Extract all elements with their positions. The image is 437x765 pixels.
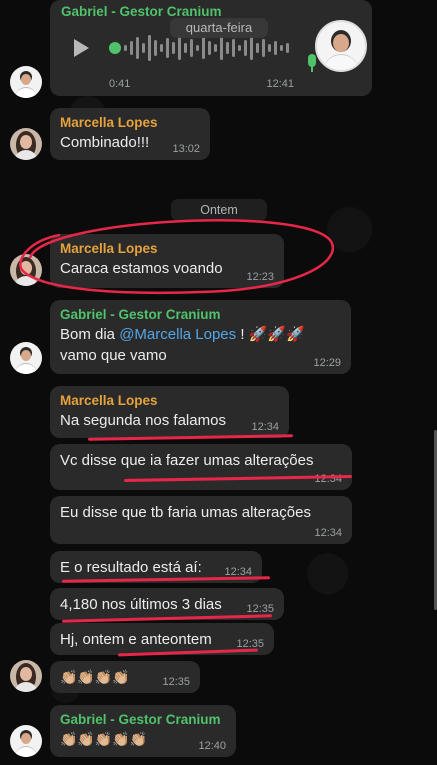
message-sender: Gabriel - Gestor Cranium — [60, 712, 221, 727]
message-time: 12:29 — [313, 357, 341, 369]
message-text-prefix: Bom dia — [60, 326, 120, 343]
message-text: Vc disse que ia fazer umas alterações — [60, 452, 314, 469]
avatar-marcella[interactable] — [10, 660, 42, 692]
playback-handle[interactable] — [109, 42, 121, 54]
message-text: Na segunda nos falamos — [60, 412, 226, 429]
message-text-suffix: ! 🚀🚀🚀 — [236, 326, 305, 343]
message-time: 12:40 — [198, 740, 226, 752]
voice-time: 12:41 — [266, 78, 294, 90]
message-sender: Marcella Lopes — [60, 115, 158, 130]
message-time: 12:35 — [246, 603, 274, 615]
message-text: 4,180 nos últimos 3 dias — [60, 596, 222, 613]
day-label: quarta-feira — [170, 18, 268, 38]
red-circle-annotation — [19, 219, 335, 295]
mention-link[interactable]: @Marcella Lopes — [119, 326, 236, 343]
message-bubble[interactable]: Marcella Lopes Combinado!!! 13:02 — [50, 108, 210, 160]
message-bubble[interactable]: Gabriel - Gestor Cranium 👏🏼👏🏼👏🏼👏🏼👏🏼 12:4… — [50, 705, 236, 757]
message-bubble[interactable]: Gabriel - Gestor Cranium Bom dia @Marcel… — [50, 300, 351, 374]
message-text-line2: vamo que vamo — [60, 347, 167, 364]
message-bubble[interactable]: 👏🏼👏🏼👏🏼👏🏼 12:35 — [50, 661, 200, 693]
sender-photo — [315, 20, 367, 72]
message-bubble[interactable]: Marcella Lopes Na segunda nos falamos 12… — [50, 386, 289, 438]
voice-message-bubble[interactable]: Gabriel - Gestor Cranium 0:41 12:41 — [50, 0, 372, 96]
message-time: 12:34 — [251, 421, 279, 433]
play-icon[interactable] — [74, 39, 89, 57]
message-text: Bom dia @Marcella Lopes ! 🚀🚀🚀 — [60, 324, 341, 345]
message-text: E o resultado está aí: — [60, 559, 202, 576]
avatar-marcella[interactable] — [10, 128, 42, 160]
microphone-stand — [311, 66, 313, 72]
message-time: 12:35 — [162, 676, 190, 688]
message-time: 12:34 — [314, 527, 342, 539]
avatar-gabriel[interactable] — [10, 66, 42, 98]
message-time: 13:02 — [172, 143, 200, 155]
message-text: Eu disse que tb faria umas alterações — [60, 504, 311, 521]
message-text: Hj, ontem e anteontem — [60, 631, 212, 648]
avatar-gabriel[interactable] — [10, 725, 42, 757]
avatar-gabriel[interactable] — [10, 342, 42, 374]
message-sender: Marcella Lopes — [60, 393, 158, 408]
message-sender: Gabriel - Gestor Cranium — [60, 307, 221, 322]
voice-duration: 0:41 — [109, 78, 131, 90]
message-bubble[interactable]: Eu disse que tb faria umas alterações 12… — [50, 496, 352, 544]
message-bubble[interactable]: Vc disse que ia fazer umas alterações 12… — [50, 444, 352, 490]
